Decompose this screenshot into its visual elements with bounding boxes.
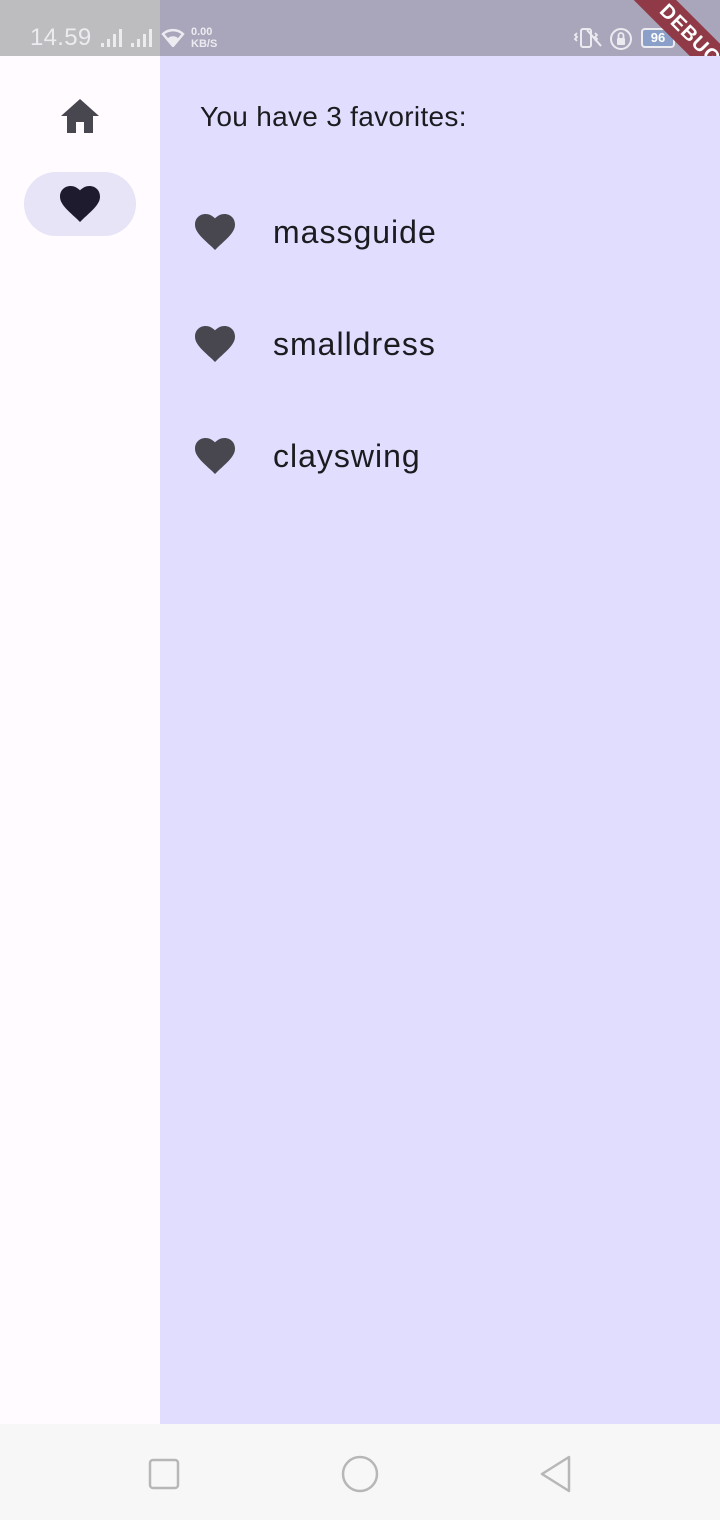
home-icon xyxy=(61,99,99,133)
net-speed: 0.00 KB/S xyxy=(191,26,231,50)
list-item-label: clayswing xyxy=(273,438,421,474)
navigation-rail xyxy=(0,56,160,1424)
wifi-icon xyxy=(161,29,185,47)
list-item-label: massguide xyxy=(273,214,437,250)
status-bar: 14.59 0.00 KB/S 96 DEBUG xyxy=(0,0,720,56)
list-item[interactable]: smalldress xyxy=(160,288,720,400)
status-time: 14.59 xyxy=(30,24,92,51)
back-button[interactable] xyxy=(536,1454,576,1494)
system-navigation-bar xyxy=(0,1424,720,1520)
favorites-page: You have 3 favorites: massguide smalldre… xyxy=(160,56,720,1424)
home-button[interactable] xyxy=(340,1454,380,1494)
heart-icon xyxy=(60,186,100,222)
heart-icon xyxy=(195,326,235,362)
signal-icon xyxy=(131,29,152,47)
net-speed-unit: KB/S xyxy=(191,38,218,50)
list-item[interactable]: massguide xyxy=(160,176,720,288)
list-item-label: smalldress xyxy=(273,326,436,362)
net-speed-value: 0.00 xyxy=(191,26,213,38)
heart-icon xyxy=(195,438,235,474)
favorites-list: massguide smalldress clayswing xyxy=(160,176,720,512)
recents-button[interactable] xyxy=(144,1454,184,1494)
heart-icon xyxy=(195,214,235,250)
alarm-off-icon xyxy=(586,29,602,47)
favorites-heading: You have 3 favorites: xyxy=(200,101,467,132)
signal-icon xyxy=(101,29,122,47)
rail-destination-home[interactable] xyxy=(24,84,136,148)
rotation-lock-icon xyxy=(610,28,632,50)
rail-destination-favorites[interactable] xyxy=(24,172,136,236)
list-item[interactable]: clayswing xyxy=(160,400,720,512)
